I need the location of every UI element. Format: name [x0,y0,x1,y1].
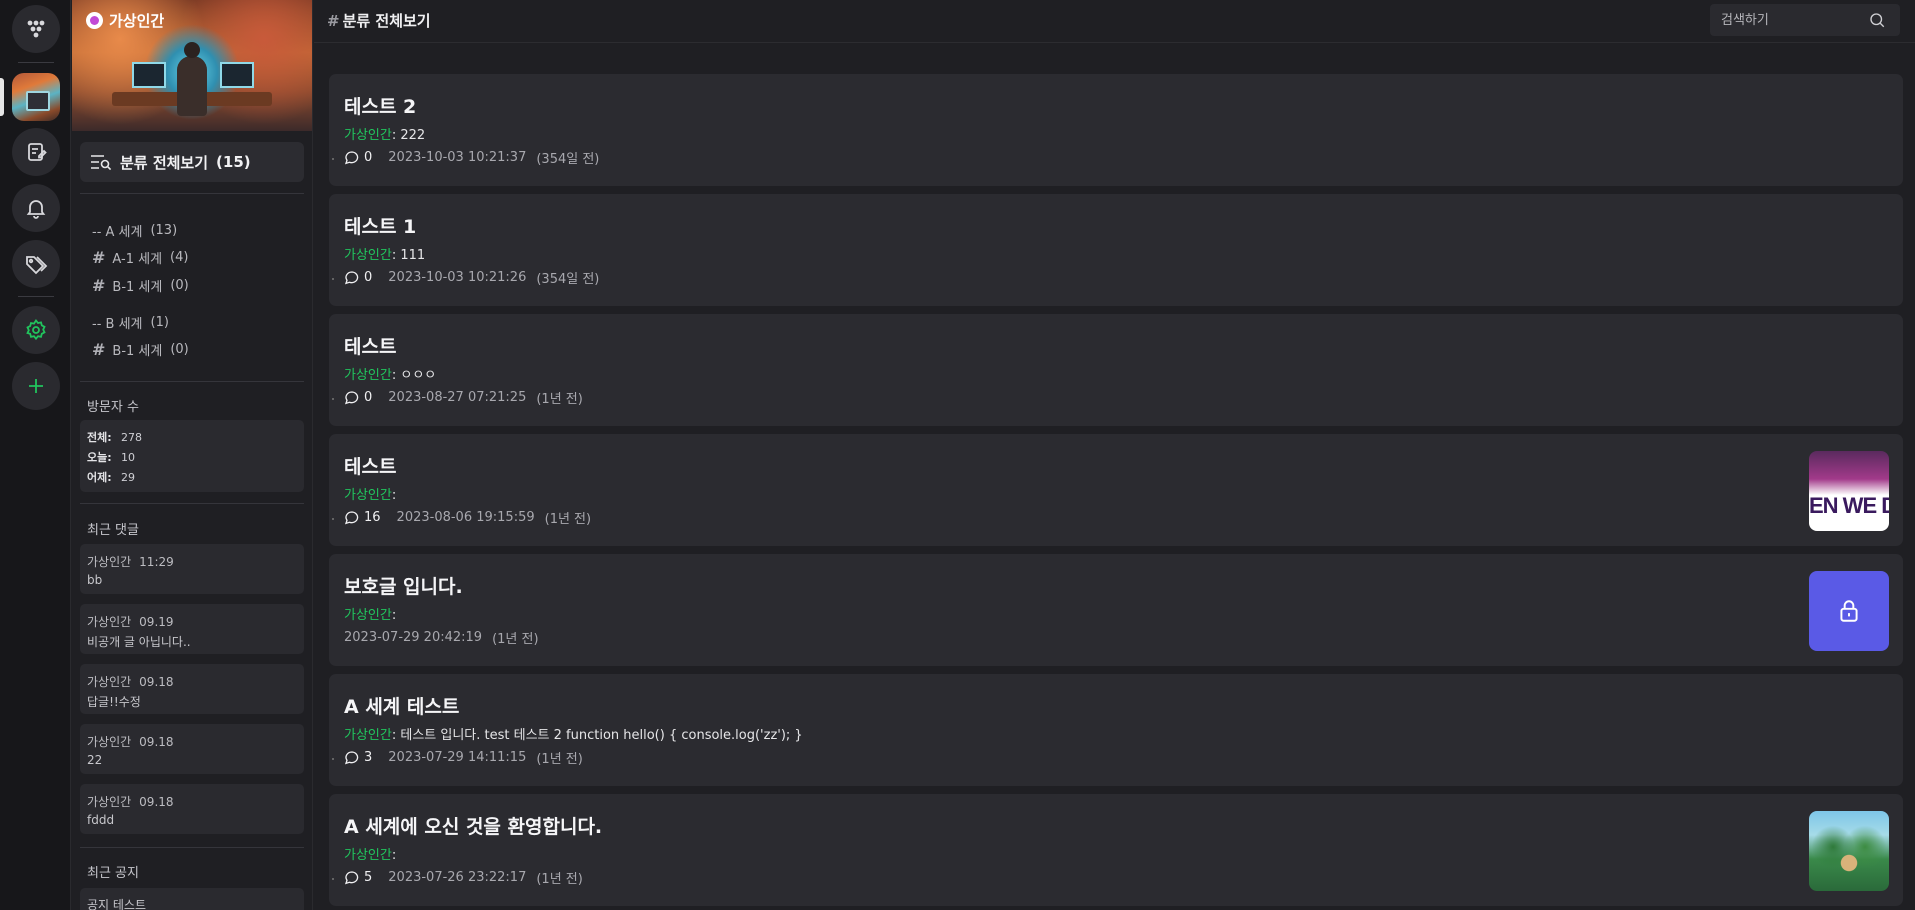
post-card[interactable]: A 세계에 오신 것을 환영합니다. 가상인간: 5 2023-07-26 23… [329,794,1903,906]
comment-icon [344,510,359,524]
recent-comment[interactable]: 가상인간 09.18 답글!!수정 [80,664,304,714]
blog-banner[interactable]: 가상인간 [72,0,312,131]
post-meta: 16 2023-08-06 19:15:59 (1년 전) [344,508,591,527]
comment-count: 3 [344,750,372,766]
post-meta: 2023-07-29 20:42:19 (1년 전) [344,628,539,647]
post-ago: (1년 전) [536,752,583,767]
bell-icon[interactable] [12,184,60,232]
post-meta: 5 2023-07-26 23:22:17 (1년 전) [344,868,583,887]
recent-notices-title: 최근 공지 [87,866,139,881]
comment-icon [344,150,359,164]
post-date: 2023-07-26 23:22:17 [388,870,527,885]
post-date: 2023-08-27 07:21:25 [388,390,527,405]
recent-comment[interactable]: 가상인간 11:29 bb [80,544,304,594]
post-excerpt: 가상인간: 테스트 입니다. test 테스트 2 function hello… [344,728,803,743]
post-meta: 0 2023-08-27 07:21:25 (1년 전) [344,388,583,407]
blog-thumbnail[interactable] [12,73,60,121]
post-ago: (1년 전) [492,632,539,647]
blog-title[interactable]: 가상인간 [86,10,164,31]
post-ago: (354일 전) [536,152,600,167]
post-title[interactable]: A 세계 테스트 [344,692,459,719]
recent-comment[interactable]: 가상인간 09.19 비공개 글 아닙니다.. [80,604,304,654]
comment-count: 16 [344,510,381,526]
search-icon[interactable] [1868,11,1886,29]
post-excerpt: 가상인간: ㅇㅇㅇ [344,368,437,383]
post-card[interactable]: 테스트 가상인간: ㅇㅇㅇ 0 2023-08-27 07:21:25 (1년 … [329,314,1903,426]
category-b1-world-2[interactable]: # B-1 세계 (0) [92,340,189,359]
category-b1-world[interactable]: # B-1 세계 (0) [92,276,189,295]
visitors-title: 방문자 수 [87,400,139,415]
recent-comment[interactable]: 가상인간 09.18 22 [80,724,304,774]
hash-icon: # [92,248,106,267]
post-title[interactable]: A 세계에 오신 것을 환영합니다. [344,812,602,839]
active-indicator [0,78,4,116]
post-card[interactable]: 테스트 가상인간: 16 2023-08-06 19:15:59 (1년 전) … [329,434,1903,546]
comment-icon [344,270,359,284]
visitors-yesterday: 어제: 29 [87,471,135,484]
post-excerpt: 가상인간: 222 [344,128,426,143]
comment-count: 0 [344,150,372,166]
blog-logo-icon [86,12,103,29]
post-date: 2023-10-03 10:21:37 [388,150,527,165]
category-b-world[interactable]: -- B 세계 (1) [92,313,169,332]
post-meta: 0 2023-10-03 10:21:26 (354일 전) [344,268,599,287]
post-excerpt: 가상인간: [344,608,397,623]
post-card[interactable]: 테스트 2 가상인간: 222 0 2023-10-03 10:21:37 (3… [329,74,1903,186]
apps-icon[interactable] [12,5,60,53]
post-ago: (1년 전) [544,512,592,527]
comment-icon [344,870,359,884]
post-date: 2023-10-03 10:21:26 [388,270,527,285]
visitors-box: 전체: 278 오늘: 10 어제: 29 [80,420,304,492]
post-title[interactable]: 테스트 [344,452,396,479]
plus-icon[interactable] [12,362,60,410]
comment-icon [344,390,359,404]
recent-comment[interactable]: 가상인간 09.18 fddd [80,784,304,834]
search-input[interactable] [1710,4,1870,36]
category-a-world[interactable]: -- A 세계 (13) [92,221,177,240]
comment-icon [344,750,359,764]
icon-rail [0,0,71,910]
hash-icon: # [92,340,106,359]
visitors-today: 오늘: 10 [87,451,135,464]
post-card[interactable]: A 세계 테스트 가상인간: 테스트 입니다. test 테스트 2 funct… [329,674,1903,786]
post-date: 2023-07-29 14:11:15 [388,750,527,765]
sidebar: 가상인간 분류 전체보기 (15) -- A 세계 (13) # A-1 세계 (4… [71,0,313,910]
post-title[interactable]: 테스트 [344,332,396,359]
post-title[interactable]: 테스트 1 [344,212,416,239]
post-excerpt: 가상인간: 111 [344,248,426,263]
search-box[interactable] [1710,4,1900,36]
protected-thumbnail[interactable] [1809,571,1889,651]
post-ago: (1년 전) [536,392,583,407]
lock-icon [1840,600,1858,622]
post-thumbnail[interactable]: EN WE DIS [1809,451,1889,531]
comment-count: 0 [344,390,372,406]
post-meta: 0 2023-10-03 10:21:37 (354일 전) [344,148,599,167]
settings-icon[interactable] [12,306,60,354]
comment-count: 5 [344,870,372,886]
post-excerpt: 가상인간: [344,488,397,503]
category-a1-world[interactable]: # A-1 세계 (4) [92,248,188,267]
post-meta: 3 2023-07-29 14:11:15 (1년 전) [344,748,583,767]
post-title[interactable]: 테스트 2 [344,92,416,119]
recent-notice[interactable]: 공지 테스트 [80,888,304,910]
post-card[interactable]: 보호글 입니다. 가상인간: 2023-07-29 20:42:19 (1년 전… [329,554,1903,666]
visitors-total: 전체: 278 [87,431,142,444]
post-title[interactable]: 보호글 입니다. [344,572,463,599]
post-date: 2023-07-29 20:42:19 [344,630,483,645]
post-excerpt: 가상인간: [344,848,397,863]
post-card[interactable]: 테스트 1 가상인간: 111 0 2023-10-03 10:21:26 (3… [329,194,1903,306]
post-ago: (354일 전) [536,272,600,287]
tags-icon[interactable] [12,240,60,288]
comment-count: 0 [344,270,372,286]
post-date: 2023-08-06 19:15:59 [396,510,535,525]
post-ago: (1년 전) [536,872,583,887]
all-categories-button[interactable]: 분류 전체보기 (15) [80,142,304,182]
top-bar: # 분류 전체보기 [314,0,1915,43]
category-list-icon [91,155,112,171]
write-icon[interactable] [12,128,60,176]
recent-comments-title: 최근 댓글 [87,523,139,538]
hash-icon: # [92,276,106,295]
page-title: # 분류 전체보기 [327,12,431,30]
post-thumbnail[interactable] [1809,811,1889,891]
